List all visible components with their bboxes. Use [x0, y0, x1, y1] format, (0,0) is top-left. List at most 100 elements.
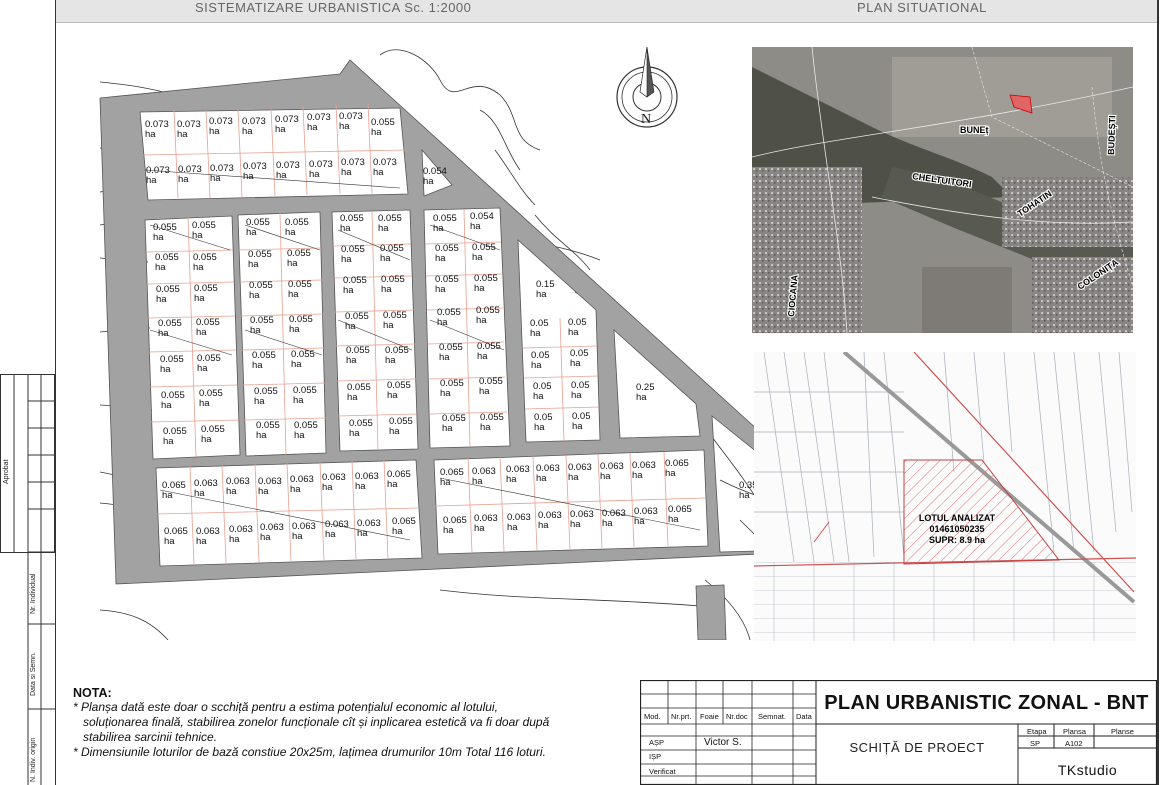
- lot-area-label: 0.063 ha: [258, 476, 282, 497]
- lot-area-label: 0.055 ha: [250, 315, 274, 336]
- nota-line-1: * Planșa dată este doar o scchiță pentru…: [73, 700, 498, 714]
- lot-area-label: SUPR: 8.9 ha: [929, 535, 986, 545]
- lot-area-label: 0.055 ha: [196, 317, 220, 338]
- lot-area-label: 0.055 ha: [389, 416, 413, 437]
- studio-name: TKstudio: [1057, 762, 1118, 778]
- lot-area-label: 0.055 ha: [285, 217, 309, 238]
- lot-area-label: 0.063 ha: [290, 474, 314, 495]
- lot-area-label: 0.055 ha: [291, 349, 315, 370]
- lot-area-label: 0.055 ha: [249, 280, 273, 301]
- lot-area-label: 0.073 ha: [177, 119, 201, 140]
- lot-cadastral-number: 01461050235: [929, 524, 984, 534]
- indiv-origin-label: N. Indiv. origin: [30, 737, 37, 782]
- plansa-value: A102: [1065, 739, 1083, 748]
- lot-area-label: 0.055 ha: [345, 311, 369, 332]
- aerial-satellite-map: BUNEț BUDEȘTI CHELTUITORI TOHATIN COLONI…: [752, 47, 1133, 333]
- lot-area-label: 0.073 ha: [309, 159, 333, 180]
- lot-area-label: 0.055 ha: [371, 117, 395, 138]
- lot-area-label: 0.055 ha: [201, 424, 225, 445]
- lot-area-label: 0.05 ha: [568, 317, 587, 338]
- lot-area-label: 0.05 ha: [570, 348, 589, 369]
- nota-line-2: soluționarea finală, stabilirea zonelor …: [83, 715, 550, 729]
- frame-right-line: [1157, 0, 1159, 785]
- lot-area-label: 0.05 ha: [531, 350, 550, 371]
- lot-area-label: 0.055 ha: [442, 413, 466, 434]
- lot-area-label: 0.065 ha: [164, 526, 188, 547]
- lot-area-label: 0.073 ha: [146, 165, 170, 186]
- lot-area-label: 0.25 ha: [636, 382, 655, 403]
- compass-north-letter: N: [641, 112, 651, 127]
- lot-area-label: 0.055 ha: [254, 386, 278, 407]
- lot-area-label: 0.065 ha: [162, 480, 186, 501]
- lot-area-label: 0.055 ha: [294, 420, 318, 441]
- lot-area-label: 0.055 ha: [474, 273, 498, 294]
- lot-area-label: 0.073 ha: [178, 164, 202, 185]
- lot-area-label: 0.055 ha: [347, 382, 371, 403]
- lot-area-label: 0.055 ha: [479, 376, 503, 397]
- lot-area-label: 0.055 ha: [160, 354, 184, 375]
- nota-block: NOTA: * Planșa dată este doar o scchiță …: [73, 686, 633, 760]
- lot-area-label: 0.055 ha: [155, 252, 179, 273]
- lot-area-label: 0.063 ha: [474, 513, 498, 534]
- row-asp: AȘP: [649, 738, 665, 747]
- lot-area-label: 0.073 ha: [276, 160, 300, 181]
- lot-area-label: 0.055 ha: [252, 350, 276, 371]
- lot-area-label: 0.055 ha: [433, 213, 457, 234]
- lot-area-label: 0.063 ha: [292, 521, 316, 542]
- lot-area-label: 0.055 ha: [156, 284, 180, 305]
- lot-area-label: 0.055 ha: [472, 242, 496, 263]
- col-nrdoc: Nr.doc: [726, 712, 748, 721]
- lot-area-label: 0.063 ha: [568, 462, 592, 483]
- etapa-value: SP: [1030, 739, 1041, 748]
- document-subtitle: SCHIȚĂ DE PROECT: [849, 740, 985, 755]
- lot-area-label: 0.055 ha: [248, 249, 272, 270]
- lot-area-label: 0.073 ha: [275, 114, 299, 135]
- lot-area-label: 0.073 ha: [373, 157, 397, 178]
- lot-area-label: 0.055 ha: [193, 252, 217, 273]
- lot-area-label: 0.063 ha: [570, 509, 594, 530]
- col-data: Data: [796, 712, 812, 721]
- lot-area-label: 0.065 ha: [668, 504, 692, 525]
- map-label-budesti: BUDEȘTI: [1106, 115, 1117, 155]
- lot-area-label: 0.055 ha: [385, 345, 409, 366]
- lot-area-label: 0.073 ha: [145, 119, 169, 140]
- col-semnat: Semnat.: [758, 712, 786, 721]
- lot-area-label: 0.065 ha: [387, 469, 411, 490]
- lot-area-label: 0.05 ha: [533, 381, 552, 402]
- lot-area-label: 0.055 ha: [341, 244, 365, 265]
- lot-area-label: 0.063 ha: [602, 508, 626, 529]
- lot-analyzed-label: LOTUL ANALIZAT: [919, 513, 996, 523]
- lot-area-label: 0.073 ha: [210, 163, 234, 184]
- lot-area-label: 0.055 ha: [256, 420, 280, 441]
- lot-area-label: 0.05 ha: [530, 318, 549, 339]
- planse-label: Planse: [1111, 727, 1134, 736]
- road-spur: [695, 584, 727, 640]
- lot-area-label: 0.073 ha: [243, 161, 267, 182]
- map-label-bunet: BUNEț: [960, 125, 989, 135]
- lot-area-label: 0.063 ha: [357, 518, 381, 539]
- col-nrprt: Nr.prt.: [671, 712, 692, 721]
- lot-area-label: 0.055 ha: [287, 248, 311, 269]
- lot-area-label: 0.063 ha: [536, 463, 560, 484]
- lot-area-label: 0.063 ha: [226, 476, 250, 497]
- lot-area-label: 0.065 ha: [665, 458, 689, 479]
- lot-area-label: 0.055 ha: [340, 213, 364, 234]
- lot-area-label: 0.073 ha: [209, 116, 233, 137]
- lot-area-label: 0.055 ha: [476, 305, 500, 326]
- lot-area-label: 0.063 ha: [229, 524, 253, 545]
- nota-title: NOTA:: [73, 686, 112, 700]
- lot-area-label: 0.055 ha: [435, 243, 459, 264]
- lot-area-label: 0.063 ha: [355, 471, 379, 492]
- lot-area-label: 0.065 ha: [440, 467, 464, 488]
- plansa-label: Plansa: [1063, 727, 1086, 736]
- col-mod: Mod.: [644, 712, 661, 721]
- lot-area-label: 0.063 ha: [322, 472, 346, 493]
- lot-area-label: 0.063 ha: [325, 519, 349, 540]
- lot-area-label: 0.05 ha: [572, 411, 591, 432]
- lot-area-label: 0.055 ha: [440, 378, 464, 399]
- document-title: PLAN URBANISTIC ZONAL - BNT: [824, 692, 1149, 714]
- lot-area-label: 0.063 ha: [196, 526, 220, 547]
- lot-area-label: 0.055 ha: [383, 310, 407, 331]
- lot-area-label: 0.05 ha: [571, 380, 590, 401]
- lot-area-label: 0.063 ha: [538, 510, 562, 531]
